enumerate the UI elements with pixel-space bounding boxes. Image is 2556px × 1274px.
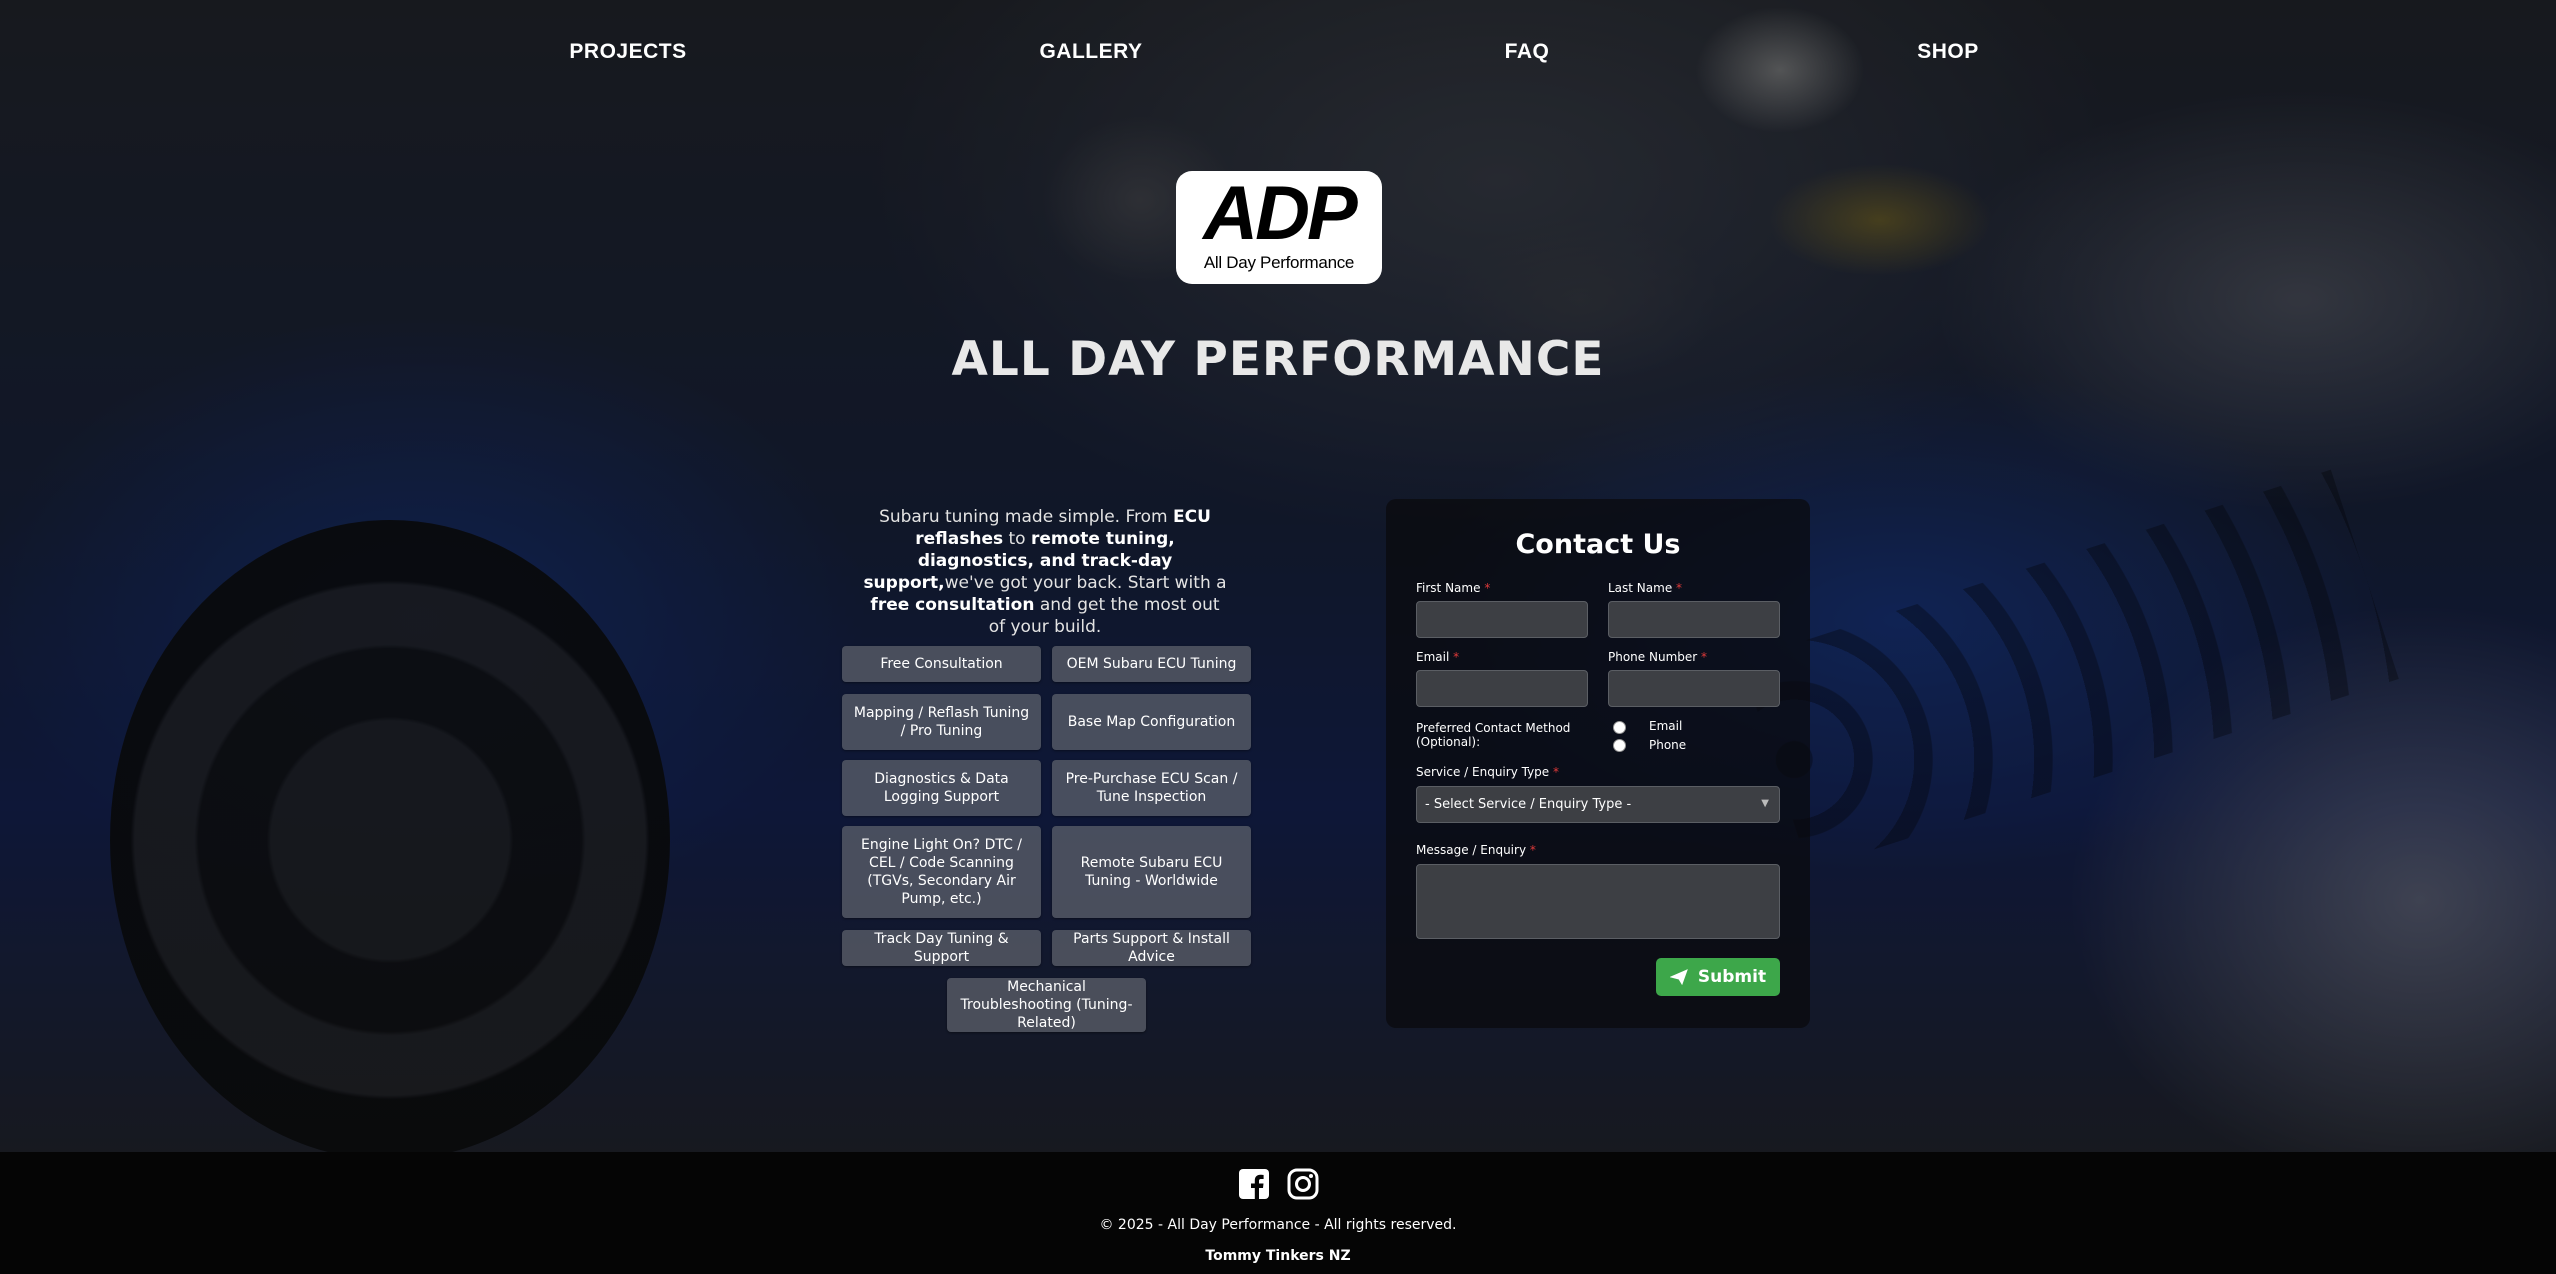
email-input[interactable] [1416,670,1588,707]
logo-mark: ADP [1203,171,1357,256]
service-track-day[interactable]: Track Day Tuning & Support [842,930,1041,966]
page-title: ALL DAY PERFORMANCE [951,332,1605,387]
nav-shop[interactable]: SHOP [1917,40,1979,64]
pref-phone-label: Phone [1649,738,1687,752]
service-type-value: - Select Service / Enquiry Type - [1425,797,1632,812]
last-name-input[interactable] [1608,601,1780,638]
adp-logo[interactable]: ADP All Day Performance [1176,171,1382,284]
service-base-map[interactable]: Base Map Configuration [1052,694,1251,750]
phone-input[interactable] [1608,670,1780,707]
copyright-text: © 2025 - All Day Performance - All right… [1099,1217,1457,1233]
instagram-icon[interactable] [1287,1168,1319,1200]
last-name-label: Last Name * [1608,581,1683,595]
email-label: Email * [1416,650,1460,664]
service-mapping-reflash[interactable]: Mapping / Reflash Tuning / Pro Tuning [842,694,1041,750]
service-type-label: Service / Enquiry Type * [1416,765,1560,779]
pref-email-radio[interactable] [1613,721,1626,734]
pref-phone-radio[interactable] [1613,739,1626,752]
nav-gallery[interactable]: GALLERY [1039,40,1142,64]
send-icon [1669,969,1688,985]
phone-label: Phone Number * [1608,650,1708,664]
contact-title: Contact Us [1515,529,1681,560]
service-diagnostics[interactable]: Diagnostics & Data Logging Support [842,760,1041,816]
pref-email-label: Email [1649,719,1683,733]
service-mechanical-troubleshooting[interactable]: Mechanical Troubleshooting (Tuning-Relat… [947,978,1146,1032]
main-nav: PROJECTS GALLERY FAQ SHOP [0,40,2556,70]
first-name-label: First Name * [1416,581,1491,595]
logo-tagline: All Day Performance [1203,253,1355,272]
facebook-icon[interactable] [1238,1168,1270,1200]
site-footer: © 2025 - All Day Performance - All right… [0,1152,2556,1274]
message-textarea[interactable] [1416,864,1780,939]
service-parts-support[interactable]: Parts Support & Install Advice [1052,930,1251,966]
message-label: Message / Enquiry * [1416,843,1536,857]
service-free-consultation[interactable]: Free Consultation [842,646,1041,682]
nav-projects[interactable]: PROJECTS [569,40,686,64]
chevron-down-icon: ▼ [1761,798,1769,809]
service-type-select[interactable]: - Select Service / Enquiry Type - ▼ [1416,786,1780,823]
first-name-input[interactable] [1416,601,1588,638]
submit-button[interactable]: Submit [1656,958,1780,996]
service-oem-ecu-tuning[interactable]: OEM Subaru ECU Tuning [1052,646,1251,682]
credit-link[interactable]: Tommy Tinkers NZ [0,1248,2556,1264]
service-pre-purchase[interactable]: Pre-Purchase ECU Scan / Tune Inspection [1052,760,1251,816]
nav-faq[interactable]: FAQ [1505,40,1550,64]
intro-text: Subaru tuning made simple. From ECU refl… [863,507,1227,637]
preferred-contact-label: Preferred Contact Method (Optional): [1416,721,1571,749]
service-remote-tuning[interactable]: Remote Subaru ECU Tuning - Worldwide [1052,826,1251,918]
contact-form: Contact Us First Name * Last Name * Emai… [1386,499,1810,1028]
service-engine-light[interactable]: Engine Light On? DTC / CEL / Code Scanni… [842,826,1041,918]
